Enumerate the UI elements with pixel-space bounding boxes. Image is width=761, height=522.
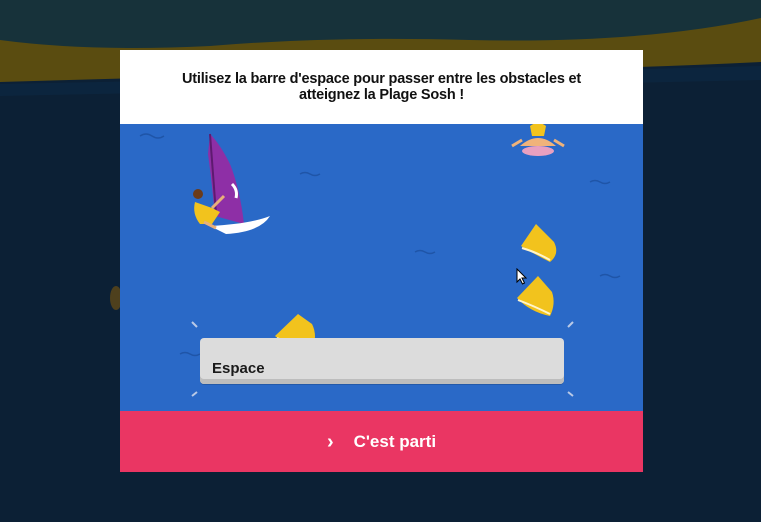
instructions-text: Utilisez la barre d'espace pour passer e… — [162, 71, 602, 103]
spacebar-key[interactable]: Espace — [200, 338, 564, 384]
instructions-modal: Utilisez la barre d'espace pour passer e… — [120, 50, 643, 472]
mouse-pointer-icon — [516, 268, 528, 285]
start-button-label: C'est parti — [353, 431, 437, 451]
instructions-line-2: atteignez la Plage Sosh ! — [298, 87, 464, 103]
start-button[interactable]: › C'est parti — [120, 411, 643, 472]
spacebar-key-label: Espace — [212, 360, 265, 377]
chevron-right-icon: › — [326, 430, 334, 453]
modal-header: Utilisez la barre d'espace pour passer e… — [120, 50, 643, 124]
instructions-line-1: Utilisez la barre d'espace pour passer e… — [181, 71, 582, 87]
